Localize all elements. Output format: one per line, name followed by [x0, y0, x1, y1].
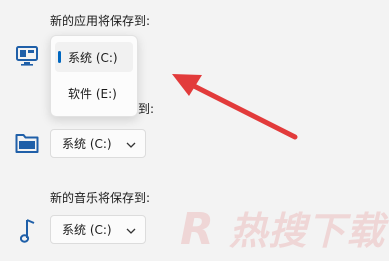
- watermark-logo: R 热搜下载: [180, 200, 389, 260]
- watermark-r-icon: R: [180, 204, 215, 255]
- watermark-text: 热搜下载: [229, 209, 386, 253]
